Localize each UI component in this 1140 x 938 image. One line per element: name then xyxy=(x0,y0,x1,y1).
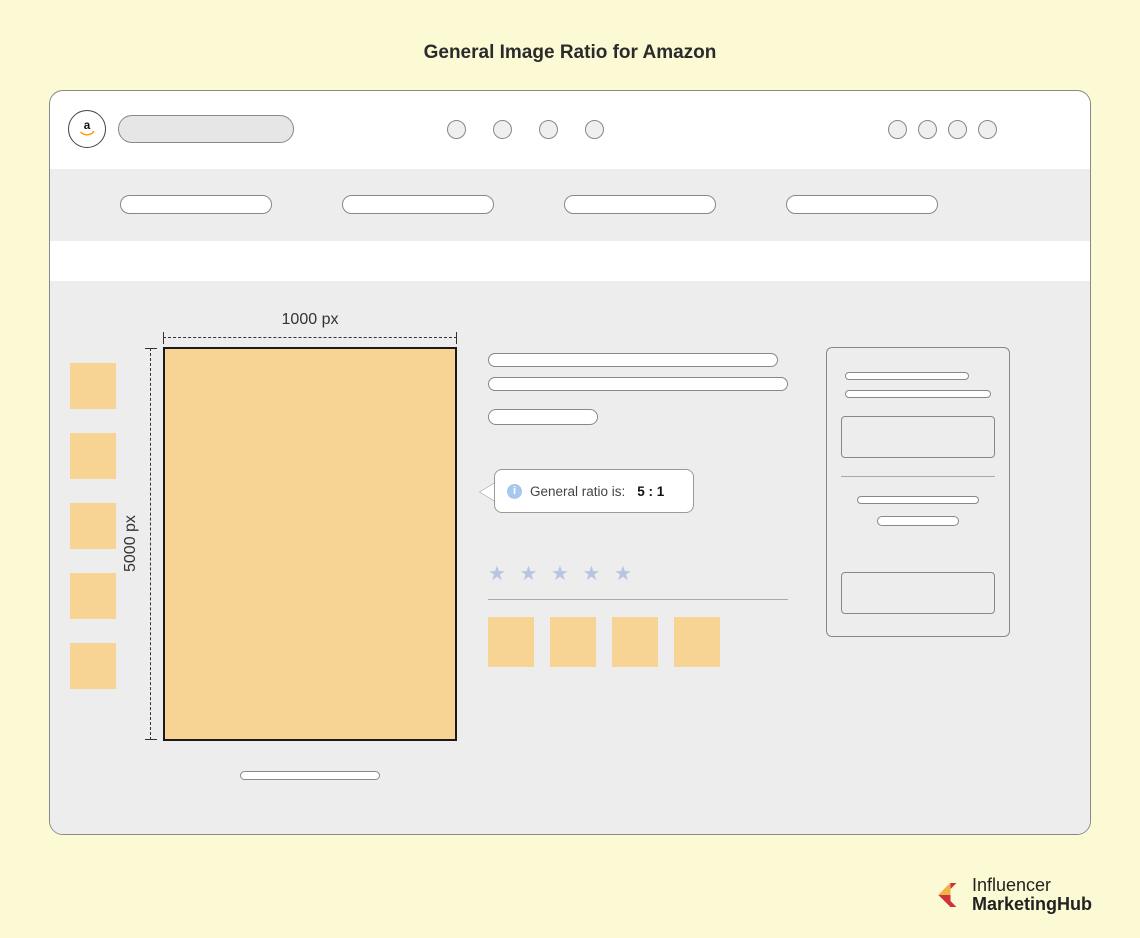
buybox-chip xyxy=(877,516,959,526)
nav-pill[interactable] xyxy=(342,195,494,214)
info-icon: i xyxy=(507,484,522,499)
product-title-line xyxy=(488,377,788,391)
browser-header: a xyxy=(50,91,1090,169)
width-dimension-rule xyxy=(163,337,457,338)
tooltip-ratio: 5 : 1 xyxy=(637,484,664,499)
content-area: 1000 px 5000 px i General ratio is: 5 : … xyxy=(50,281,1090,834)
section-divider xyxy=(488,599,788,600)
brand-arrow-icon xyxy=(934,880,964,910)
height-dimension-label: 5000 px xyxy=(122,347,140,741)
ratio-tooltip: i General ratio is: 5 : 1 xyxy=(494,469,694,513)
variant-swatch[interactable] xyxy=(550,617,596,667)
header-dot xyxy=(493,120,512,139)
product-title-line xyxy=(488,353,778,367)
product-thumbnail[interactable] xyxy=(70,573,116,619)
variant-swatch[interactable] xyxy=(674,617,720,667)
header-action-dot[interactable] xyxy=(888,120,907,139)
buybox-text-line xyxy=(845,390,991,398)
amazon-logo-icon: a xyxy=(68,110,106,148)
buybox-cta-button[interactable] xyxy=(841,572,995,614)
header-action-dot[interactable] xyxy=(948,120,967,139)
tooltip-tail xyxy=(480,483,495,501)
search-input[interactable] xyxy=(118,115,294,143)
header-action-dot[interactable] xyxy=(978,120,997,139)
header-action-dot[interactable] xyxy=(918,120,937,139)
tooltip-text: General ratio is: xyxy=(530,484,625,499)
header-dot xyxy=(539,120,558,139)
buy-box xyxy=(826,347,1010,637)
product-thumbnail[interactable] xyxy=(70,363,116,409)
product-thumbnail[interactable] xyxy=(70,643,116,689)
header-dot xyxy=(585,120,604,139)
browser-mock-window: a 1000 px 5000 px xyxy=(49,90,1091,835)
variant-swatch[interactable] xyxy=(488,617,534,667)
svg-text:a: a xyxy=(84,119,91,132)
nav-pill[interactable] xyxy=(786,195,938,214)
brand-line-1: Influencer xyxy=(972,876,1092,895)
rating-stars: ★ ★ ★ ★ ★ xyxy=(488,561,636,586)
nav-band xyxy=(50,169,1090,241)
page-title: General Image Ratio for Amazon xyxy=(0,0,1140,64)
product-thumbnail[interactable] xyxy=(70,433,116,479)
nav-pill[interactable] xyxy=(564,195,716,214)
white-gap xyxy=(50,241,1090,281)
buybox-qty-box[interactable] xyxy=(841,416,995,458)
buybox-text-line xyxy=(845,372,969,380)
nav-pill[interactable] xyxy=(120,195,272,214)
brand-line-2: MarketingHub xyxy=(972,895,1092,914)
buybox-text-line xyxy=(857,496,979,504)
width-dimension-label: 1000 px xyxy=(160,311,460,329)
image-scrollbar[interactable] xyxy=(240,771,380,780)
buybox-divider xyxy=(841,476,995,477)
product-thumbnail[interactable] xyxy=(70,503,116,549)
product-price-line xyxy=(488,409,598,425)
main-product-image[interactable] xyxy=(163,347,457,741)
header-dot xyxy=(447,120,466,139)
height-dimension-rule xyxy=(150,348,151,740)
variant-swatch[interactable] xyxy=(612,617,658,667)
footer-brand: Influencer MarketingHub xyxy=(934,876,1092,914)
